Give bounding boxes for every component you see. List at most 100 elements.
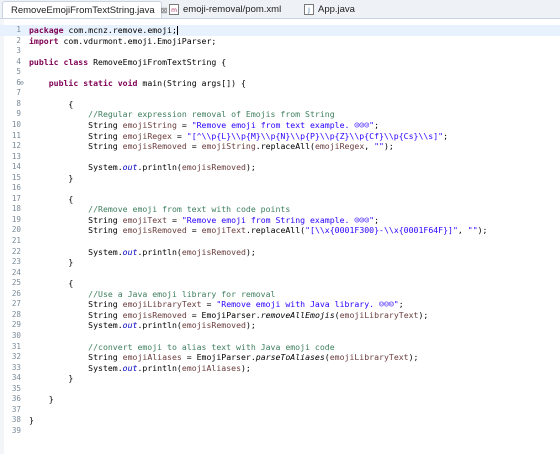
- code-line[interactable]: 25 {: [0, 278, 560, 289]
- line-number: 13: [11, 151, 21, 161]
- line-number: 1: [16, 25, 21, 34]
- code-text: String emojisRemoved = EmojiParser.remov…: [29, 310, 428, 321]
- code-text: String emojisRemoved = emojiText.replace…: [29, 225, 487, 236]
- code-line[interactable]: 28 String emojisRemoved = EmojiParser.re…: [0, 310, 560, 321]
- code-line[interactable]: 8 {: [0, 99, 560, 110]
- code-token: ,: [364, 141, 375, 152]
- code-line[interactable]: 20 String emojisRemoved = emojiText.repl…: [0, 225, 560, 236]
- code-line[interactable]: 13: [0, 152, 560, 163]
- code-line[interactable]: 33 System.out.println(emojiAliases);: [0, 363, 560, 374]
- code-line[interactable]: 1 package com.mcnz.remove.emoji;: [0, 25, 560, 36]
- code-token: emojisRemoved: [181, 320, 246, 331]
- code-line[interactable]: 5: [0, 67, 560, 78]
- code-line[interactable]: 31 //convert emoji to alias text with Ja…: [0, 342, 560, 353]
- code-token: =: [171, 130, 187, 141]
- code-line[interactable]: 36 }: [0, 394, 560, 405]
- code-line[interactable]: 39: [0, 426, 560, 437]
- code-text: }: [29, 373, 73, 384]
- code-text: String emojiAliases = EmojiParser.parseT…: [29, 352, 418, 363]
- code-line[interactable]: 3: [0, 46, 560, 57]
- code-token: emojiAliases: [181, 362, 241, 373]
- code-text: }: [29, 394, 54, 405]
- line-number: 21: [11, 236, 21, 245]
- line-number: 5: [16, 67, 21, 77]
- code-token: out: [122, 362, 138, 373]
- code-token: main(String args[]) {: [137, 77, 246, 88]
- code-line[interactable]: 7: [0, 88, 560, 99]
- code-token: emojiString: [122, 119, 177, 130]
- code-token: parseToAliases: [255, 352, 325, 363]
- code-line[interactable]: 19 String emojiText = "Remove emoji from…: [0, 215, 560, 226]
- code-token: String: [29, 214, 123, 225]
- code-token: String: [29, 309, 123, 320]
- code-token: emojiRegex: [122, 130, 172, 141]
- code-line[interactable]: 26 //Use a Java emoji library for remova…: [0, 289, 560, 300]
- code-token: System.: [29, 362, 123, 373]
- code-token: "Remove emoji with Java library. ☺☺☺": [216, 299, 399, 310]
- fold-toggle-icon[interactable]: ⊖: [19, 78, 25, 89]
- code-token: String: [29, 299, 123, 310]
- code-token: out: [122, 246, 138, 257]
- code-line[interactable]: 2 import com.vdurmont.emoji.EmojiParser;: [0, 36, 560, 47]
- code-line[interactable]: 9 //Regular expression removal of Emojis…: [0, 109, 560, 120]
- code-line[interactable]: 30: [0, 331, 560, 342]
- code-token: );: [245, 320, 256, 331]
- tab-app-java[interactable]: J App.java: [300, 1, 380, 18]
- code-token: RemoveEmojiFromTextString {: [88, 56, 227, 67]
- code-line[interactable]: 32 String emojiAliases = EmojiParser.par…: [0, 352, 560, 363]
- line-number: 32: [11, 352, 21, 362]
- code-token: ,: [457, 225, 468, 236]
- code-token: "": [467, 225, 478, 236]
- line-number: 28: [11, 309, 21, 319]
- code-line[interactable]: 17 {: [0, 194, 560, 205]
- code-line[interactable]: 34 }: [0, 373, 560, 384]
- code-token: removeAllEmojis: [260, 309, 335, 320]
- code-token: emojiLibraryText: [339, 309, 419, 320]
- code-text: //Use a Java emoji library for removal: [29, 289, 275, 300]
- code-token: com.mcnz.remove.emoji;: [63, 25, 177, 35]
- code-line[interactable]: 10 String emojiString = "Remove emoji fr…: [0, 120, 560, 131]
- code-token: }: [29, 394, 54, 405]
- code-line[interactable]: 37: [0, 405, 560, 416]
- line-number: 23: [11, 257, 21, 267]
- code-line[interactable]: 27 String emojiLibraryText = "Remove emo…: [0, 299, 560, 310]
- code-line[interactable]: 4 public class RemoveEmojiFromTextString …: [0, 57, 560, 68]
- line-number: 33: [11, 362, 21, 372]
- code-token: =: [176, 119, 192, 130]
- code-line[interactable]: 12 String emojisRemoved = emojiString.re…: [0, 141, 560, 152]
- code-line[interactable]: 23 }: [0, 257, 560, 268]
- code-line[interactable]: 38}: [0, 415, 560, 426]
- tab-removeemojifromtextstring-java[interactable]: JRemoveEmojiFromTextString.java⊠: [2, 1, 167, 18]
- editor-tab-bar: JRemoveEmojiFromTextString.java⊠ m emoji-r…: [0, 0, 560, 19]
- code-line[interactable]: 24: [0, 268, 560, 279]
- code-line[interactable]: 29 System.out.println(emojisRemoved);: [0, 320, 560, 331]
- code-token: //Remove emoji from text with code point…: [88, 204, 291, 215]
- code-line[interactable]: 14 System.out.println(emojisRemoved);: [0, 162, 560, 173]
- code-token: static: [83, 77, 113, 88]
- code-line[interactable]: 21: [0, 236, 560, 247]
- code-token: out: [122, 162, 138, 173]
- code-text: public static void main(String args[]) {: [29, 78, 246, 89]
- code-line[interactable]: 6 ⊖ public static void main(String args[]…: [0, 78, 560, 89]
- code-text: import com.vdurmont.emoji.EmojiParser;: [29, 36, 216, 47]
- code-token: out: [122, 320, 138, 331]
- tab-emoji-removal-pom-xml[interactable]: m emoji-removal/pom.xml: [165, 1, 295, 18]
- code-text: System.out.println(emojisRemoved);: [29, 247, 256, 258]
- code-line[interactable]: 15 }: [0, 173, 560, 184]
- code-line[interactable]: 35: [0, 384, 560, 395]
- code-line[interactable]: 16: [0, 183, 560, 194]
- code-token: = EmojiParser.: [186, 309, 261, 320]
- code-editor[interactable]: 1 package com.mcnz.remove.emoji; 2 import c…: [0, 19, 560, 454]
- line-number: 26: [11, 288, 21, 298]
- code-line[interactable]: 22 System.out.println(emojisRemoved);: [0, 247, 560, 258]
- code-token: );: [245, 246, 256, 257]
- code-text: //Regular expression removal of Emojis f…: [29, 109, 334, 120]
- line-number: 24: [11, 267, 21, 277]
- code-line[interactable]: 18 //Remove emoji from text with code po…: [0, 204, 560, 215]
- code-token: );: [418, 309, 429, 320]
- code-token: System.: [29, 246, 123, 257]
- code-line[interactable]: 11 String emojiRegex = "[^\\p{L}\\p{M}\\…: [0, 131, 560, 142]
- code-token: import: [29, 35, 59, 46]
